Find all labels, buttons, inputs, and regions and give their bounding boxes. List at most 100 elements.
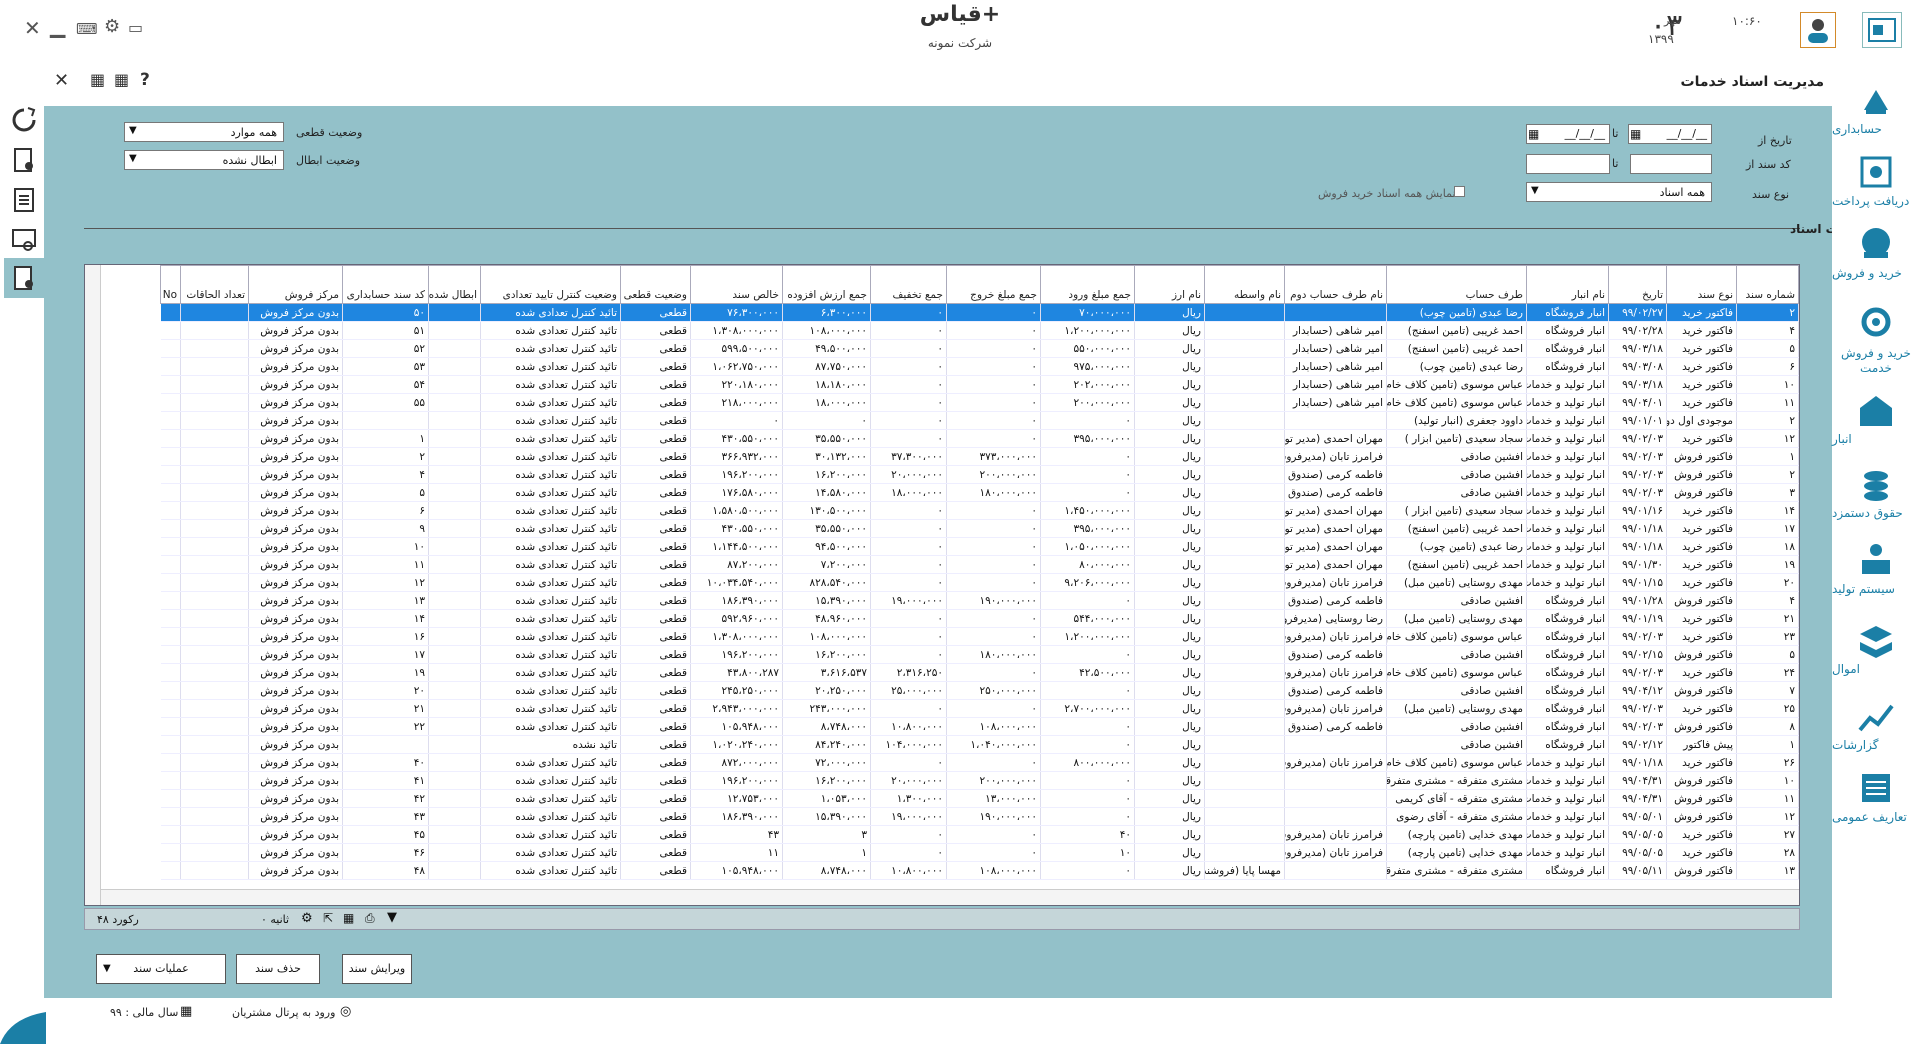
table-row[interactable]: ۲موجودی اول دوره۹۹/۰۱/۰۱انبار تولید و خد… bbox=[160, 411, 1799, 430]
table-row[interactable]: ۱۴ فاکتور خرید ۹۹/۰۱/۱۶ انبار تولید و خدمات… bbox=[160, 501, 1799, 520]
table-row[interactable]: ۲۸ فاکتور خرید ۹۹/۰۵/۰۵ انبار تولید و خدمات… bbox=[160, 843, 1799, 862]
code-from-input[interactable] bbox=[1630, 154, 1712, 174]
table-row[interactable]: ۶ فاکتور خرید ۹۹/۰۳/۰۸ انبار فروشگاه رضا عبد… bbox=[160, 357, 1799, 376]
sidebar-item-service[interactable]: خرید و فروش خدمت bbox=[1832, 296, 1920, 375]
column-header[interactable]: نام واسطه bbox=[1204, 265, 1285, 304]
preview-icon[interactable] bbox=[10, 226, 38, 254]
horizontal-scrollbar[interactable] bbox=[101, 889, 1799, 905]
table-row[interactable]: ۱۱ فاکتور فروش ۹۹/۰۴/۳۱ انبار تولید و خدمات… bbox=[160, 789, 1799, 808]
table-row[interactable]: ۲ فاکتور فروش ۹۹/۰۲/۰۳ انبار تولید و خدمات ا… bbox=[160, 465, 1799, 484]
column-header[interactable]: شماره سند bbox=[1736, 265, 1799, 304]
column-header[interactable]: جمع تخفیف bbox=[870, 265, 947, 304]
monitor-icon[interactable]: ▭ bbox=[128, 18, 143, 37]
column-header[interactable]: نام ارز bbox=[1134, 265, 1205, 304]
table-row[interactable]: ۲۳ فاکتور خرید ۹۹/۰۲/۰۳ انبار فروشگاه عباس م… bbox=[160, 627, 1799, 646]
minimize-button[interactable]: ▁ bbox=[50, 14, 65, 38]
table-row[interactable]: ۱۷ فاکتور خرید ۹۹/۰۱/۱۸ انبار تولید و خدمات… bbox=[160, 519, 1799, 538]
table-row[interactable]: ۱ پیش فاکتور ۹۹/۰۲/۱۲ انبار فروشگاه افشین صا… bbox=[160, 735, 1799, 754]
close-window-button[interactable]: ✕ bbox=[24, 16, 41, 40]
table-row[interactable]: ۸ فاکتور فروش ۹۹/۰۲/۰۳ انبار فروشگاه افشین ص… bbox=[160, 717, 1799, 736]
vertical-scrollbar[interactable] bbox=[85, 265, 101, 905]
globe-icon[interactable]: ◎ bbox=[340, 1004, 351, 1019]
calculator-icon[interactable]: ▦ bbox=[90, 70, 105, 89]
table-row[interactable]: ۱۸ فاکتور خرید ۹۹/۰۱/۱۸ انبار تولید و خدمات… bbox=[160, 537, 1799, 556]
table-row[interactable]: ۵ فاکتور فروش ۹۹/۰۲/۱۵ انبار فروشگاه افشین ص… bbox=[160, 645, 1799, 664]
customer-portal-link[interactable]: ورود به پرتال مشتریان bbox=[232, 1006, 335, 1019]
table-row[interactable]: ۲۵ فاکتور خرید ۹۹/۰۲/۰۳ انبار فروشگاه مهدی ر… bbox=[160, 699, 1799, 718]
doc-settings-icon[interactable] bbox=[10, 146, 38, 174]
sidebar-item-salary[interactable]: حقوق دستمزد bbox=[1832, 456, 1920, 530]
table-row[interactable]: ۱۲ فاکتور فروش ۹۹/۰۵/۰۱ انبار تولید و خدمات… bbox=[160, 807, 1799, 826]
user-avatar[interactable] bbox=[1800, 12, 1836, 48]
refresh-icon[interactable] bbox=[10, 106, 38, 134]
column-header[interactable]: کد سند حسابداری bbox=[342, 265, 429, 304]
table-row[interactable]: ۷ فاکتور فروش ۹۹/۰۴/۱۲ انبار فروشگاه افشین ص… bbox=[160, 681, 1799, 700]
table-row[interactable]: ۱۹ فاکتور خرید ۹۹/۰۱/۳۰ انبار تولید و خدمات… bbox=[160, 555, 1799, 574]
active-tool-tab[interactable] bbox=[4, 258, 44, 298]
sidebar-item-assets[interactable]: اموال bbox=[1832, 612, 1920, 686]
column-header[interactable]: وضعیت کنترل تایید تعدادی bbox=[480, 265, 621, 304]
column-header[interactable]: ابطال شده bbox=[428, 265, 481, 304]
column-header[interactable]: تاریخ bbox=[1608, 265, 1667, 304]
document-operations-button[interactable]: عملیات سند ▼ bbox=[96, 954, 226, 984]
column-header[interactable]: نام طرف حساب دوم bbox=[1284, 265, 1387, 304]
table-row[interactable]: ۱۳ فاکتور فروش ۹۹/۰۵/۱۱ انبار فروشگاه مشتری … bbox=[160, 861, 1799, 880]
sidebar-item-warehouse[interactable]: انبار bbox=[1832, 382, 1920, 456]
column-header[interactable]: وضعیت قطعی bbox=[620, 265, 691, 304]
grid-icon[interactable]: ▦ bbox=[343, 911, 354, 925]
code-to-input[interactable] bbox=[1526, 154, 1610, 174]
table-row[interactable]: ۲ فاکتور خرید ۹۹/۰۲/۲۷ انبار فروشگاه رضا عبد… bbox=[160, 303, 1799, 322]
void-status-select[interactable]: ابطال نشده ▼ bbox=[124, 150, 284, 170]
table-row[interactable]: ۲۴ فاکتور خرید ۹۹/۰۲/۰۳ انبار فروشگاه عباس م… bbox=[160, 663, 1799, 682]
table-row[interactable]: ۲۰ فاکتور خرید ۹۹/۰۱/۱۵ انبار تولید و خدمات… bbox=[160, 573, 1799, 592]
column-header[interactable]: جمع مبلغ خروج bbox=[946, 265, 1041, 304]
excel-doc-icon[interactable] bbox=[10, 186, 38, 214]
date-to-calendar-icon[interactable]: ▦ bbox=[1528, 127, 1539, 141]
keyboard-icon[interactable]: ⌨ bbox=[76, 20, 98, 38]
calendar-icon[interactable]: ▦ bbox=[114, 70, 129, 89]
column-header[interactable]: جمع ارزش افزوده bbox=[782, 265, 871, 304]
date-from-calendar-icon[interactable]: ▦ bbox=[1630, 127, 1641, 141]
table-row[interactable]: ۱ فاکتور فروش ۹۹/۰۲/۰۳ انبار تولید و خدمات ا… bbox=[160, 447, 1799, 466]
table-row[interactable]: ۱۰ فاکتور خرید ۹۹/۰۳/۱۸ انبار تولید و خدمات… bbox=[160, 375, 1799, 394]
column-header[interactable]: نوع سند bbox=[1666, 265, 1737, 304]
delete-document-button[interactable]: حذف سند bbox=[236, 954, 320, 984]
column-header[interactable]: مرکز فروش bbox=[248, 265, 343, 304]
column-header[interactable]: تعداد الحاقات bbox=[180, 265, 249, 304]
settings-icon[interactable]: ⚙ bbox=[301, 911, 313, 926]
sidebar-item-reports[interactable]: گزارشات bbox=[1832, 688, 1920, 762]
sidebar-item-payment[interactable]: دریافت پرداخت bbox=[1832, 144, 1920, 218]
export-icon[interactable]: ⇱ bbox=[323, 911, 333, 925]
final-status-select[interactable]: همه موارد ▼ bbox=[124, 122, 284, 142]
column-header[interactable]: خالص سند bbox=[690, 265, 783, 304]
documents-grid[interactable]: شماره سند نوع سند تاریخ نام انبار طرف حساب نا… bbox=[84, 264, 1800, 906]
column-header[interactable]: جمع مبلغ ورود bbox=[1040, 265, 1135, 304]
column-header[interactable]: طرف حساب bbox=[1386, 265, 1527, 304]
sidebar-item-cart[interactable]: خرید و فروش bbox=[1832, 216, 1920, 290]
sidebar-item-production[interactable]: سیستم تولید bbox=[1832, 532, 1920, 606]
doc-type-select[interactable]: همه اسناد ▼ bbox=[1526, 182, 1712, 202]
gear-icon[interactable]: ⚙ bbox=[104, 16, 120, 37]
table-row[interactable]: ۵ فاکتور خرید ۹۹/۰۳/۱۸ انبار فروشگاه احمد غر… bbox=[160, 339, 1799, 358]
sidebar-item-definitions[interactable]: تعاریف عمومی bbox=[1832, 760, 1920, 834]
help-icon[interactable]: ? bbox=[140, 70, 150, 90]
close-form-icon[interactable]: ✕ bbox=[54, 70, 69, 91]
column-header[interactable]: No bbox=[160, 265, 181, 304]
table-row[interactable]: ۲۷ فاکتور خرید ۹۹/۰۵/۰۵ انبار تولید و خدمات… bbox=[160, 825, 1799, 844]
table-row[interactable]: ۱۱ فاکتور خرید ۹۹/۰۴/۰۱ انبار تولید و خدمات… bbox=[160, 393, 1799, 412]
table-row[interactable]: ۱۲ فاکتور خرید ۹۹/۰۲/۰۳ انبار تولید و خدمات… bbox=[160, 429, 1799, 448]
table-row[interactable]: ۳ فاکتور فروش ۹۹/۰۲/۰۳ انبار تولید و خدمات ا… bbox=[160, 483, 1799, 502]
sidebar-item-accounting[interactable]: حسابداری bbox=[1832, 72, 1920, 146]
print-icon[interactable]: ⎙ bbox=[365, 911, 375, 926]
show-all-checkbox[interactable] bbox=[1454, 186, 1465, 197]
edit-document-button[interactable]: ویرایش سند bbox=[342, 954, 412, 984]
table-row[interactable]: ۴ فاکتور خرید ۹۹/۰۲/۲۸ انبار فروشگاه احمد غر… bbox=[160, 321, 1799, 340]
table-row[interactable]: ۲۱ فاکتور خرید ۹۹/۰۱/۱۹ انبار فروشگاه مهدی ر… bbox=[160, 609, 1799, 628]
table-cell bbox=[1284, 807, 1387, 826]
table-row[interactable]: ۲۶ فاکتور خرید ۹۹/۰۱/۱۸ انبار تولید و خدمات… bbox=[160, 753, 1799, 772]
filter-icon[interactable]: ▼ bbox=[387, 910, 397, 925]
table-cell: ۲۳ bbox=[1736, 627, 1799, 646]
column-header[interactable]: نام انبار bbox=[1526, 265, 1609, 304]
table-row[interactable]: ۱۰ فاکتور فروش ۹۹/۰۴/۳۱ انبار تولید و خدمات… bbox=[160, 771, 1799, 790]
table-row[interactable]: ۴ فاکتور فروش ۹۹/۰۱/۲۸ انبار فروشگاه افشین ص… bbox=[160, 591, 1799, 610]
